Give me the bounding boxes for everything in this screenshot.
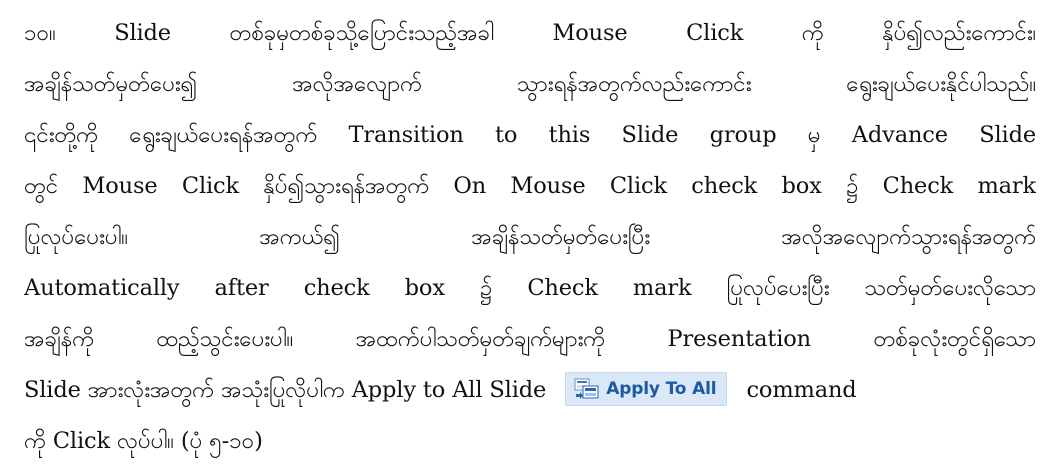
paragraph-line-9: ကို Click လုပ်ပါ။ (ပုံ ၅-၁၀): [24, 428, 263, 454]
apply-to-all-button[interactable]: Apply To All: [565, 372, 728, 406]
line-8-text-before: Slide အားလုံးအတွက် အသုံးပြုလိုပါက Apply …: [24, 377, 547, 403]
paragraph-line-3: ၎င်းတို့ကို ရွေးချယ်ပေးရန်အတွက် Transiti…: [24, 122, 1036, 148]
apply-to-all-icon: [574, 378, 599, 399]
apply-to-all-label: Apply To All: [606, 378, 717, 399]
paragraph-line-6: Automatically after check box ၌ Check ma…: [24, 275, 1036, 301]
line-8-text-after: command: [746, 377, 857, 403]
document-page: ၁၀။ Slide တစ်ခုမှတစ်ခုသို့ပြောင်းသည့်အခါ…: [0, 0, 1050, 454]
paragraph-line-8: Slide အားလုံးအတွက် အသုံးပြုလိုပါက Apply …: [24, 365, 1036, 416]
paragraph-line-2: အချိန်သတ်မှတ်ပေး၍ အလိုအလျောက် သွားရန်အတွ…: [24, 71, 1036, 97]
paragraph-line-7: အချိန်ကို ထည့်သွင်းပေးပါ။ အထက်ပါသတ်မှတ်ခ…: [24, 326, 1036, 352]
paragraph-line-4: တွင် Mouse Click နှိပ်၍သွားရန်အတွက် On M…: [24, 173, 1036, 199]
paragraph-line-5: ပြုလုပ်ပေးပါ။ အကယ်၍ အချိန်သတ်မှတ်ပေးပြီး…: [24, 224, 1036, 250]
paragraph-line-1: ၁၀။ Slide တစ်ခုမှတစ်ခုသို့ပြောင်းသည့်အခါ…: [24, 20, 1036, 46]
